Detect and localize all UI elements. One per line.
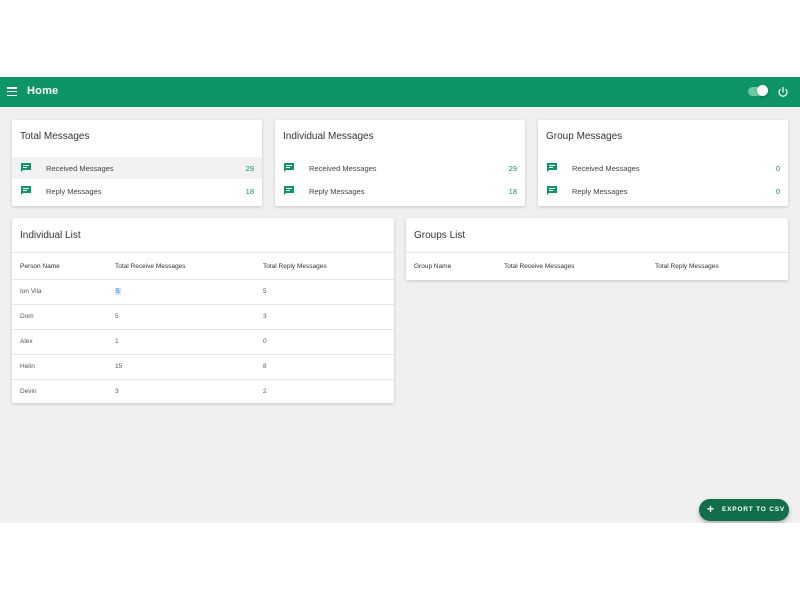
reply-messages-label: Reply Messages (309, 186, 365, 196)
column-header-person-name[interactable]: Person Name (20, 263, 60, 270)
divider (12, 304, 394, 305)
card-title: Group Messages (546, 131, 623, 142)
total-messages-card: Total Messages Received Messages 29 Repl… (12, 120, 262, 206)
person-name-cell: Dom (20, 313, 34, 320)
reply-count-cell: 0 (263, 338, 267, 345)
reply-count-cell: 5 (263, 288, 267, 295)
export-to-csv-button[interactable]: + EXPORT TO CSV (699, 499, 789, 521)
plus-icon: + (707, 502, 715, 516)
individual-list-title: Individual List (20, 230, 81, 241)
receive-count-cell: 1 (115, 338, 119, 345)
app-bar: Home (0, 77, 800, 107)
person-name-cell: Devin (20, 388, 37, 395)
export-button-label: EXPORT TO CSV (722, 506, 786, 513)
received-messages-label: Received Messages (572, 163, 640, 173)
divider (12, 329, 394, 330)
individual-messages-card: Individual Messages Received Messages 29… (275, 120, 525, 206)
groups-list-title: Groups List (414, 230, 466, 241)
message-icon (284, 186, 294, 195)
received-messages-count: 29 (245, 163, 254, 173)
reply-messages-row[interactable]: Reply Messages 18 (12, 180, 262, 202)
reply-count-cell: 3 (263, 313, 267, 320)
reply-count-cell: 2 (263, 388, 267, 395)
person-name-cell: Helin (20, 363, 35, 370)
page-title: Home (27, 85, 59, 97)
message-icon (547, 163, 557, 172)
receive-count-cell: 15 (115, 363, 123, 370)
divider (12, 354, 394, 355)
app-root: Home Total Messages Received Messages 29… (0, 77, 800, 523)
group-messages-card: Group Messages Received Messages 0 Reply… (538, 120, 788, 206)
column-header-total-reply[interactable]: Total Reply Messages (263, 263, 327, 270)
column-header-group-name[interactable]: Group Name (414, 263, 451, 270)
power-icon[interactable] (777, 86, 789, 98)
reply-messages-row[interactable]: Reply Messages 0 (538, 180, 788, 202)
message-icon (547, 186, 557, 195)
divider (12, 379, 394, 380)
reply-count-cell: 8 (263, 363, 267, 370)
reply-messages-label: Reply Messages (572, 186, 628, 196)
person-name-cell: Ion Vila (20, 288, 42, 295)
card-title: Total Messages (20, 131, 90, 142)
reply-messages-count: 18 (508, 186, 517, 196)
message-icon (21, 163, 31, 172)
selected-text: 5 (115, 288, 121, 295)
individual-list-card: Individual List Person Name Total Receiv… (12, 218, 394, 403)
divider (12, 252, 394, 253)
message-icon (284, 163, 294, 172)
reply-messages-row[interactable]: Reply Messages 18 (275, 180, 525, 202)
card-title: Individual Messages (283, 131, 374, 142)
theme-toggle[interactable] (748, 85, 768, 96)
received-messages-row[interactable]: Received Messages 29 (12, 157, 262, 179)
message-icon (21, 186, 31, 195)
person-name-cell: Alex (20, 338, 33, 345)
groups-list-card: Groups List Group Name Total Receive Mes… (406, 218, 788, 280)
received-messages-row[interactable]: Received Messages 29 (275, 157, 525, 179)
received-messages-row[interactable]: Received Messages 0 (538, 157, 788, 179)
receive-count-cell: 3 (115, 388, 119, 395)
menu-icon[interactable] (7, 87, 17, 97)
receive-count-cell: 5 (115, 313, 119, 320)
column-header-total-receive[interactable]: Total Receive Messages (504, 263, 574, 270)
divider (406, 252, 788, 253)
column-header-total-reply[interactable]: Total Reply Messages (655, 263, 719, 270)
toggle-knob (757, 85, 768, 96)
reply-messages-count: 18 (245, 186, 254, 196)
divider (12, 279, 394, 280)
receive-count-cell: 5 (115, 288, 121, 295)
received-messages-label: Received Messages (46, 163, 114, 173)
reply-messages-count: 0 (775, 186, 780, 196)
reply-messages-label: Reply Messages (46, 186, 102, 196)
received-messages-label: Received Messages (309, 163, 377, 173)
column-header-total-receive[interactable]: Total Receive Messages (115, 263, 185, 270)
received-messages-count: 0 (775, 163, 780, 173)
received-messages-count: 29 (508, 163, 517, 173)
